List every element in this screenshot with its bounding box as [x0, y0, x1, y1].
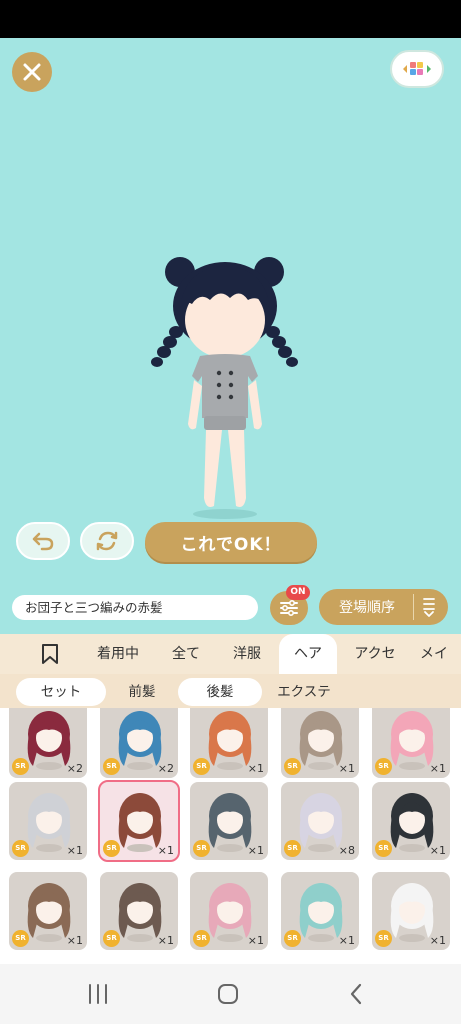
tab-clothes[interactable]: 洋服 — [222, 634, 272, 674]
sort-order-button[interactable]: 登場順序 — [319, 589, 448, 625]
item-count: ×2 — [157, 762, 174, 775]
hair-item[interactable]: SR ×1 — [190, 782, 268, 860]
close-button[interactable] — [12, 52, 52, 92]
rarity-badge: SR — [284, 930, 301, 947]
undo-button[interactable] — [16, 522, 70, 560]
tab-makeup[interactable]: メイ — [420, 634, 461, 674]
rarity-badge: SR — [193, 758, 210, 775]
rarity-badge: SR — [284, 840, 301, 857]
hair-item-selected[interactable]: SR ×1 — [98, 780, 180, 862]
item-count: ×1 — [66, 934, 83, 947]
rarity-badge: SR — [103, 758, 120, 775]
sort-divider — [413, 594, 414, 620]
filter-on-badge: ON — [286, 585, 310, 600]
rarity-badge: SR — [375, 758, 392, 775]
sort-list-icon — [423, 598, 435, 617]
undo-icon — [32, 532, 54, 551]
rotate-icon — [96, 531, 118, 551]
subtab-back-hair[interactable]: 後髪 — [178, 678, 262, 706]
confirm-ok-button[interactable]: これでOK！ — [145, 522, 317, 562]
rarity-badge: SR — [375, 930, 392, 947]
item-count: ×1 — [429, 934, 446, 947]
hair-item[interactable]: SR ×1 — [9, 872, 87, 950]
item-count: ×1 — [66, 844, 83, 857]
rarity-badge: SR — [12, 758, 29, 775]
rarity-badge: SR — [284, 758, 301, 775]
sort-label: 登場順序 — [339, 600, 395, 616]
subtab-bangs[interactable]: 前髪 — [110, 678, 174, 706]
bookmark-icon[interactable] — [40, 643, 60, 665]
hair-item[interactable]: SR ×1 — [372, 708, 450, 778]
avatar-figure — [151, 257, 298, 519]
hair-subtabs: セット 前髪 後髪 エクステ — [0, 674, 461, 708]
item-count: ×1 — [338, 762, 355, 775]
item-count: ×1 — [247, 762, 264, 775]
color-palette-button[interactable] — [390, 50, 444, 88]
avatar-stage: これでOK！ — [0, 38, 461, 580]
palette-icon — [403, 62, 431, 75]
rarity-badge: SR — [103, 930, 120, 947]
item-count: ×1 — [429, 844, 446, 857]
system-nav-bar — [0, 964, 461, 1024]
rarity-badge: SR — [12, 930, 29, 947]
hair-item[interactable]: SR ×1 — [190, 708, 268, 778]
rarity-badge: SR — [103, 840, 120, 857]
hair-item[interactable]: SR ×2 — [100, 708, 178, 778]
item-count: ×8 — [338, 844, 355, 857]
status-bar — [0, 0, 461, 38]
hair-item[interactable]: SR ×2 — [9, 708, 87, 778]
hair-item[interactable]: SR ×8 — [281, 782, 359, 860]
item-count: ×1 — [247, 844, 264, 857]
item-grid: SR ×2 SR ×2 SR ×1 SR ×1 SR ×1 SR ×1 SR ×1 SR ×1 … — [0, 708, 461, 964]
filter-sliders-icon — [280, 599, 298, 617]
home-icon[interactable] — [217, 983, 239, 1005]
rotate-button[interactable] — [80, 522, 134, 560]
subtab-extensions[interactable]: エクステ — [266, 678, 342, 706]
item-count: ×2 — [66, 762, 83, 775]
hair-item[interactable]: SR ×1 — [190, 872, 268, 950]
item-count: ×1 — [338, 934, 355, 947]
item-count: ×1 — [157, 844, 174, 857]
hair-item[interactable]: SR ×1 — [281, 872, 359, 950]
rarity-badge: SR — [193, 930, 210, 947]
item-count: ×1 — [157, 934, 174, 947]
item-count: ×1 — [429, 762, 446, 775]
hair-item[interactable]: SR ×1 — [372, 872, 450, 950]
item-count: ×1 — [247, 934, 264, 947]
hair-item[interactable]: SR ×1 — [372, 782, 450, 860]
outfit-name-field[interactable]: お団子と三つ編みの赤髪 — [12, 595, 258, 620]
hair-item[interactable]: SR ×1 — [100, 872, 178, 950]
recent-apps-icon[interactable] — [86, 983, 110, 1005]
tab-all[interactable]: 全て — [160, 634, 212, 674]
close-icon — [23, 63, 41, 81]
hair-item[interactable]: SR ×1 — [9, 782, 87, 860]
rarity-badge: SR — [12, 840, 29, 857]
tab-wearing[interactable]: 着用中 — [88, 634, 148, 674]
category-tabs: 着用中 全て 洋服 ヘア アクセ メイ — [0, 634, 461, 674]
rarity-badge: SR — [375, 840, 392, 857]
tab-accessories[interactable]: アクセ — [344, 634, 406, 674]
rarity-badge: SR — [193, 840, 210, 857]
hair-item[interactable]: SR ×1 — [281, 708, 359, 778]
subtab-set[interactable]: セット — [16, 678, 106, 706]
outfit-name-bar: お団子と三つ編みの赤髪 ON 登場順序 — [0, 580, 461, 634]
back-icon[interactable] — [348, 983, 364, 1005]
tab-hair[interactable]: ヘア — [279, 634, 337, 674]
